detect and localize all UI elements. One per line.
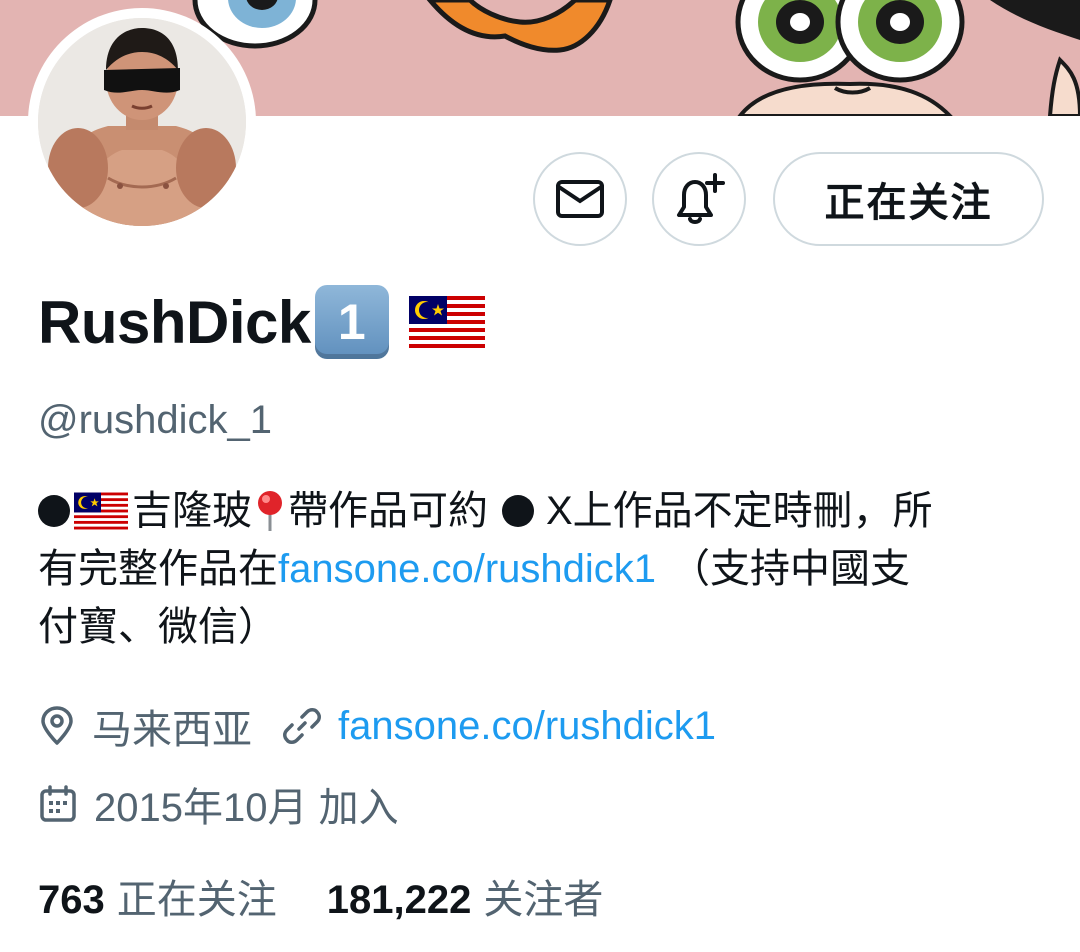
bio-text: 吉隆玻	[132, 489, 252, 533]
display-name-text: RushDick	[38, 288, 311, 356]
bio-text: 帶作品可約	[288, 489, 488, 533]
bio-line-2: 有完整作品在 fansone.co/rushdick1 （支持中國支	[38, 540, 1048, 598]
profile-stats: 763 正在关注 181,222 关注者	[38, 868, 603, 924]
message-button[interactable]	[533, 152, 627, 246]
bio-text: X上作品不定時刪，所	[546, 489, 933, 533]
following-stat[interactable]: 763 正在关注	[38, 867, 277, 925]
joined-date-text: 2015年10月 加入	[94, 786, 399, 830]
link-icon	[282, 706, 322, 746]
following-button[interactable]: 正在关注	[773, 152, 1044, 246]
followers-label: 关注者	[483, 878, 604, 922]
malaysia-flag-icon	[408, 296, 485, 348]
profile-bio: 吉隆玻 帶作品可約 X上作品不定時刪，所 有完整作品在 fansone.co/r…	[38, 482, 1048, 656]
bio-line-3: 付寶、微信）	[38, 598, 1048, 656]
profile-meta-joined: 2015年10月 加入	[38, 776, 399, 832]
black-circle-icon	[38, 495, 70, 527]
followers-stat[interactable]: 181,222 关注者	[327, 867, 604, 925]
round-pushpin-icon	[254, 489, 286, 533]
malaysia-flag-icon	[74, 492, 128, 530]
notification-button[interactable]	[652, 152, 746, 246]
avatar[interactable]	[28, 8, 256, 236]
bio-text: 有完整作品在	[38, 547, 278, 591]
bio-link[interactable]: fansone.co/rushdick1	[278, 540, 656, 598]
black-circle-icon	[502, 495, 534, 527]
keycap-one-badge: 1	[314, 285, 389, 359]
bio-text: 付寶、微信）	[38, 605, 278, 649]
profile-page: 正在关注 RushDick 1 @rushdick_1 吉隆玻 帶作品可約 X上…	[0, 0, 1080, 952]
display-name: RushDick 1	[38, 284, 485, 360]
avatar-image	[38, 18, 246, 226]
followers-count: 181,222	[326, 878, 472, 922]
profile-handle: @rushdick_1	[38, 398, 273, 442]
location-pin-icon	[38, 706, 76, 746]
following-count: 763	[38, 878, 105, 922]
profile-meta-location-website: 马来西亚 fansone.co/rushdick1	[38, 698, 716, 754]
calendar-icon	[38, 784, 78, 824]
website-link[interactable]: fansone.co/rushdick1	[338, 704, 716, 749]
bio-text: （支持中國支	[670, 547, 911, 591]
bio-line-1: 吉隆玻 帶作品可約 X上作品不定時刪，所	[38, 482, 1048, 540]
location-text: 马来西亚	[92, 708, 252, 752]
following-label: 正在关注	[116, 878, 277, 922]
envelope-icon	[556, 180, 604, 218]
bell-plus-icon	[677, 173, 725, 224]
